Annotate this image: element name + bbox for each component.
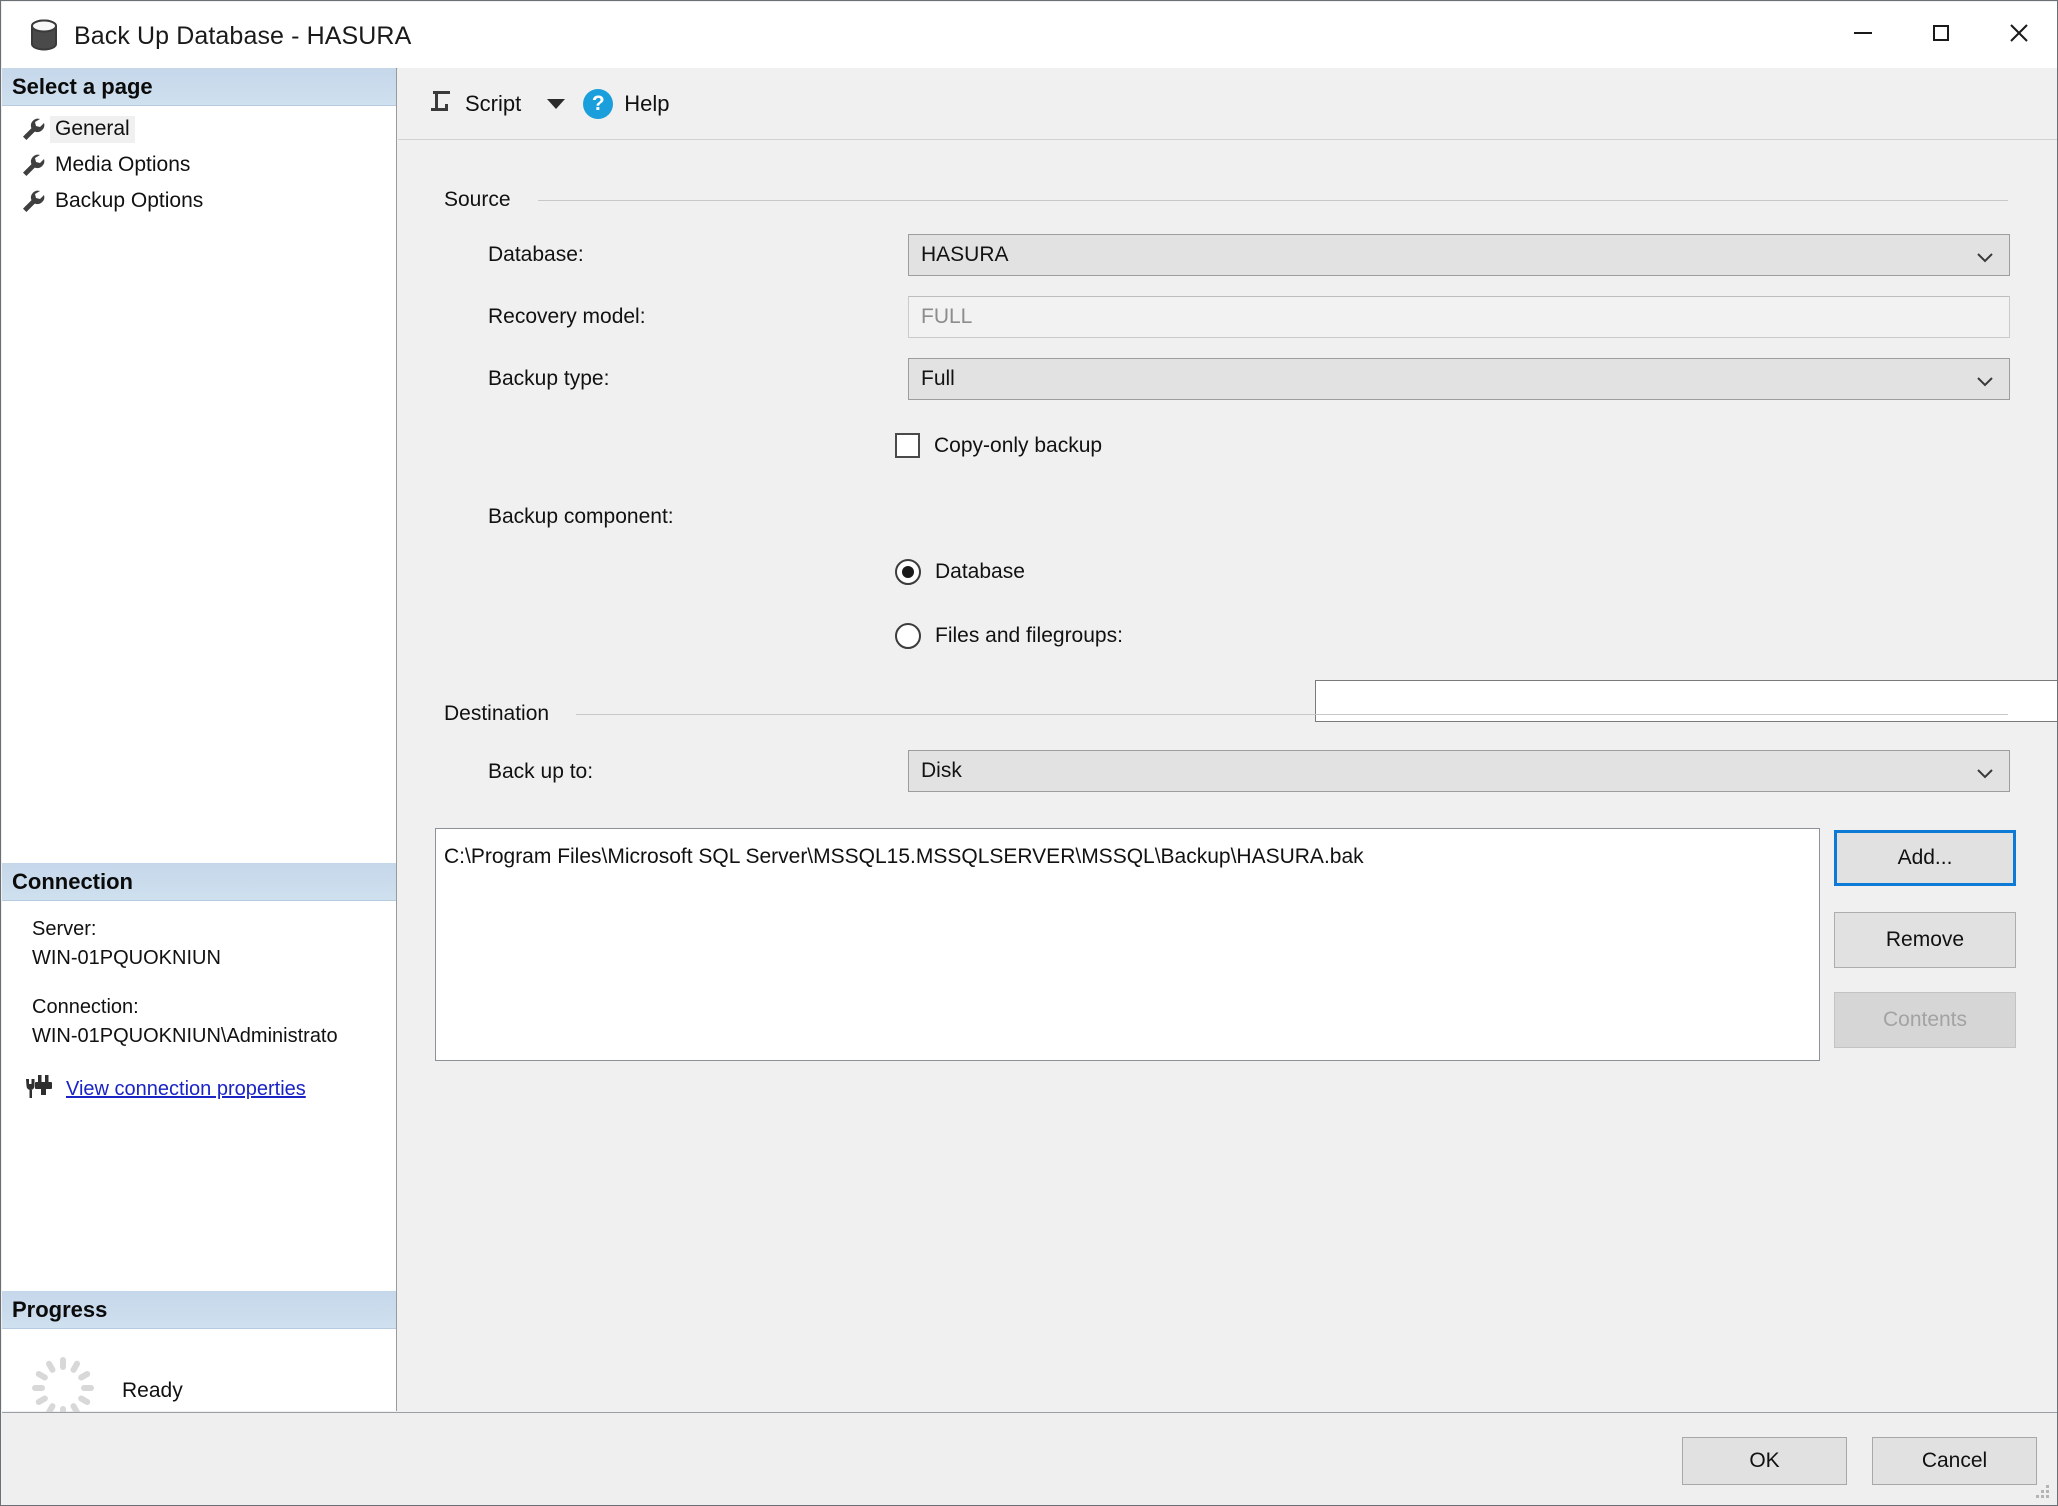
recovery-model-label: Recovery model: [488, 305, 646, 328]
select-a-page-title: Select a page [12, 73, 153, 99]
destination-group-rule [576, 714, 2008, 715]
database-label: Database: [488, 243, 584, 266]
main-content-panel: Script ? Help Source Database: HASURA Re… [398, 68, 2057, 1411]
sidebar-item-label: Backup Options [55, 188, 204, 212]
progress-status: Ready [122, 1378, 183, 1402]
help-button[interactable]: ? Help [577, 81, 675, 127]
add-button[interactable]: Add... [1834, 830, 2016, 886]
script-toolbar: Script ? Help [398, 68, 2057, 140]
source-group-rule [538, 200, 2008, 201]
progress-title: Progress [12, 1296, 108, 1322]
source-group-title: Source [444, 188, 523, 212]
server-value: WIN-01PQUOKNIUN [32, 947, 221, 969]
wrench-icon [20, 116, 50, 142]
help-label: Help [624, 90, 670, 116]
recovery-model-field: FULL [908, 296, 2010, 338]
database-combobox[interactable]: HASURA [908, 234, 2010, 276]
window-controls [1824, 3, 2057, 67]
help-question-icon: ? [583, 88, 614, 119]
sidebar-item-general[interactable]: General [2, 111, 396, 147]
back-up-to-value: Disk [921, 759, 962, 782]
files-filegroups-input[interactable] [1315, 680, 2057, 722]
close-button[interactable] [1980, 3, 2057, 67]
resize-grip[interactable] [2032, 1481, 2052, 1501]
component-files-radio[interactable] [895, 623, 921, 649]
view-connection-properties-link[interactable]: View connection properties [66, 1078, 306, 1101]
chevron-down-icon [1977, 250, 1993, 263]
component-database-row[interactable]: Database [895, 559, 1025, 585]
sidebar-item-label: Media Options [55, 152, 191, 176]
script-button[interactable]: Script [420, 81, 527, 127]
connection-value: WIN-01PQUOKNIUN\Administrato [32, 1025, 338, 1047]
component-database-radio[interactable] [895, 559, 921, 585]
maximize-icon [1928, 20, 1954, 51]
component-database-label: Database [935, 560, 1025, 583]
script-label: Script [465, 90, 522, 116]
chevron-down-icon [1977, 766, 1993, 779]
cancel-button[interactable]: Cancel [1872, 1437, 2037, 1485]
destination-group-title: Destination [444, 702, 562, 726]
copy-only-backup-row[interactable]: Copy-only backup [895, 433, 1102, 458]
chevron-down-icon [1977, 374, 1993, 387]
backup-type-value: Full [921, 367, 955, 390]
page-list: General Media Options Backup Options [2, 106, 396, 219]
script-icon [426, 87, 454, 120]
backup-type-combobox[interactable]: Full [908, 358, 2010, 400]
list-item[interactable]: C:\Program Files\Microsoft SQL Server\MS… [444, 843, 1819, 871]
database-value: HASURA [921, 243, 1009, 266]
back-up-to-combobox[interactable]: Disk [908, 750, 2010, 792]
ok-button[interactable]: OK [1682, 1437, 1847, 1485]
sidebar-item-media-options[interactable]: Media Options [2, 147, 396, 183]
dialog-footer: OK Cancel [2, 1412, 2057, 1505]
backup-type-label: Backup type: [488, 367, 610, 390]
minimize-button[interactable] [1824, 3, 1902, 67]
recovery-model-value: FULL [921, 305, 973, 328]
back-up-to-label: Back up to: [488, 760, 594, 783]
sidebar-item-label: General [50, 115, 135, 143]
connection-header: Connection [2, 863, 396, 901]
remove-button[interactable]: Remove [1834, 912, 2016, 968]
connection-body: Server: WIN-01PQUOKNIUN Connection: WIN-… [2, 901, 396, 1106]
copy-only-backup-label: Copy-only backup [934, 433, 1103, 457]
backup-component-label: Backup component: [488, 505, 674, 528]
view-connection-properties-row[interactable]: View connection properties [2, 1073, 396, 1106]
left-navigation-panel: Select a page General Media Options Back… [2, 68, 397, 1419]
minimize-icon [1850, 20, 1876, 51]
maximize-button[interactable] [1902, 3, 1980, 67]
wrench-icon [20, 188, 50, 214]
title-bar: Back Up Database - HASURA [2, 2, 2057, 69]
contents-button: Contents [1834, 992, 2016, 1048]
wrench-icon [20, 152, 50, 178]
component-files-label: Files and filegroups: [935, 624, 1123, 647]
backup-database-dialog: Back Up Database - HASURA Select a page … [0, 0, 2058, 1506]
progress-header: Progress [2, 1291, 396, 1329]
server-label: Server: [32, 918, 97, 940]
close-icon [2005, 19, 2033, 52]
component-files-row[interactable]: Files and filegroups: [895, 623, 1123, 649]
database-icon [29, 19, 59, 51]
chevron-down-icon[interactable] [547, 98, 566, 109]
connection-label: Connection: [32, 996, 139, 1018]
sidebar-item-backup-options[interactable]: Backup Options [2, 183, 396, 219]
destination-list[interactable]: C:\Program Files\Microsoft SQL Server\MS… [435, 828, 1820, 1061]
copy-only-backup-checkbox[interactable] [895, 433, 920, 458]
window-title: Back Up Database - HASURA [74, 22, 412, 50]
select-a-page-header: Select a page [2, 68, 396, 106]
connection-plug-icon [24, 1073, 54, 1106]
connection-title: Connection [12, 868, 133, 894]
